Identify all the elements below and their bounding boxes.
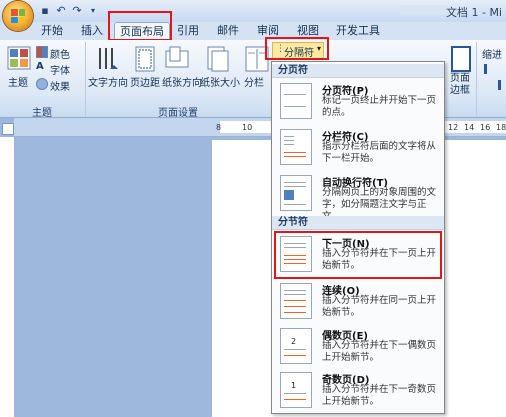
title-hidden-region: [400, 5, 448, 15]
margins-icon[interactable]: [132, 45, 158, 73]
menu-item-text-wrapping-break[interactable]: 自动换行符(T) 分隔网页上的对象周围的文字，如分隔题注文字与正文。: [272, 172, 444, 222]
text-direction-label[interactable]: 文字方向: [88, 74, 128, 89]
page-breaks-header: 分页符: [272, 64, 444, 78]
orientation-icon[interactable]: [164, 45, 190, 73]
themes-icon[interactable]: [6, 45, 32, 73]
text-direction-icon[interactable]: [94, 45, 120, 73]
ruler-mark: 12: [448, 123, 459, 132]
margins-label[interactable]: 页边距: [130, 74, 160, 89]
ruler-mark: 14: [464, 123, 475, 132]
redo-icon[interactable]: ↷: [70, 4, 84, 18]
effects-icon: [36, 78, 48, 90]
ruler-mark: 18: [496, 123, 506, 132]
tab-home[interactable]: 开始: [36, 22, 68, 40]
ruler-mark: 10: [242, 123, 253, 132]
even-page-section-icon: 2: [280, 328, 312, 364]
undo-icon[interactable]: ↶: [54, 4, 68, 18]
size-label[interactable]: 纸张大小: [200, 74, 240, 89]
menu-item-desc: 指示分栏符后面的文字将从下一栏开始。: [322, 141, 437, 164]
menu-item-desc: 插入分节符并在同一页上开始新节。: [322, 295, 437, 318]
columns-label[interactable]: 分栏: [244, 74, 264, 89]
menu-item-continuous[interactable]: 连续(O) 插入分节符并在同一页上开始新节。: [272, 280, 444, 324]
group-separator: [85, 42, 86, 116]
group-separator: [476, 42, 477, 116]
menu-item-page-break[interactable]: 分页符(P) 标记一页终止并开始下一页的点。: [272, 80, 444, 124]
qat-dropdown-icon[interactable]: ▾: [86, 4, 100, 18]
odd-page-section-icon: 1: [280, 372, 312, 408]
section-breaks-header: 分节符: [272, 216, 444, 230]
themes-button-label[interactable]: 主题: [8, 74, 28, 89]
continuous-section-icon: [280, 283, 312, 319]
indent-right-icon[interactable]: [484, 80, 501, 90]
save-icon[interactable]: ▪: [38, 4, 52, 18]
page-break-icon: [280, 83, 312, 119]
tab-references[interactable]: 引用: [174, 22, 202, 40]
menu-item-even-page[interactable]: 2 偶数页(E) 插入分节符并在下一偶数页上开始新节。: [272, 325, 444, 369]
window-title: 文档 1 - Mi: [445, 6, 502, 19]
breaks-menu: 分页符 分页符(P) 标记一页终止并开始下一页的点。 分栏符(C) 指示分栏符后…: [271, 61, 445, 414]
indent-left-icon[interactable]: [484, 64, 501, 74]
ruler-mark: 16: [480, 123, 491, 132]
orientation-label[interactable]: 纸张方向: [162, 74, 202, 89]
theme-group-label: 主题: [32, 108, 52, 119]
size-icon[interactable]: [204, 45, 230, 73]
colors-button[interactable]: 颜色: [50, 46, 70, 61]
office-button[interactable]: [3, 1, 33, 31]
tab-highlight-box: [108, 11, 172, 41]
ruler-mark: 8: [216, 123, 222, 132]
page-borders-icon[interactable]: [448, 45, 474, 73]
page-number-glyph: 1: [291, 381, 297, 390]
tab-insert[interactable]: 插入: [76, 22, 108, 40]
column-break-icon: [280, 129, 312, 165]
next-page-highlight-box: [274, 231, 442, 279]
tab-developer[interactable]: 开发工具: [332, 22, 384, 40]
tab-selector[interactable]: [2, 123, 14, 135]
menu-item-odd-page[interactable]: 1 奇数页(D) 插入分节符并在下一奇数页上开始新节。: [272, 369, 444, 413]
tab-mailings[interactable]: 邮件: [212, 22, 244, 40]
menu-item-desc: 插入分节符并在下一偶数页上开始新节。: [322, 340, 437, 363]
page-number-glyph: 2: [291, 337, 297, 346]
effects-button[interactable]: 效果: [50, 78, 70, 93]
page-borders-label[interactable]: 页面 边框: [450, 73, 472, 97]
page-setup-group-label: 页面设置: [158, 108, 198, 119]
breaks-highlight-box: [265, 37, 329, 60]
indent-label: 缩进: [482, 50, 502, 61]
colors-icon: [36, 46, 48, 58]
menu-item-column-break[interactable]: 分栏符(C) 指示分栏符后面的文字将从下一栏开始。: [272, 126, 444, 170]
vertical-ruler[interactable]: [0, 137, 15, 417]
text-wrapping-break-icon: [280, 175, 312, 211]
menu-item-desc: 插入分节符并在下一奇数页上开始新节。: [322, 384, 437, 407]
menu-item-desc: 标记一页终止并开始下一页的点。: [322, 95, 437, 118]
fonts-button[interactable]: 字体: [50, 62, 70, 77]
fonts-icon: A: [36, 61, 44, 72]
